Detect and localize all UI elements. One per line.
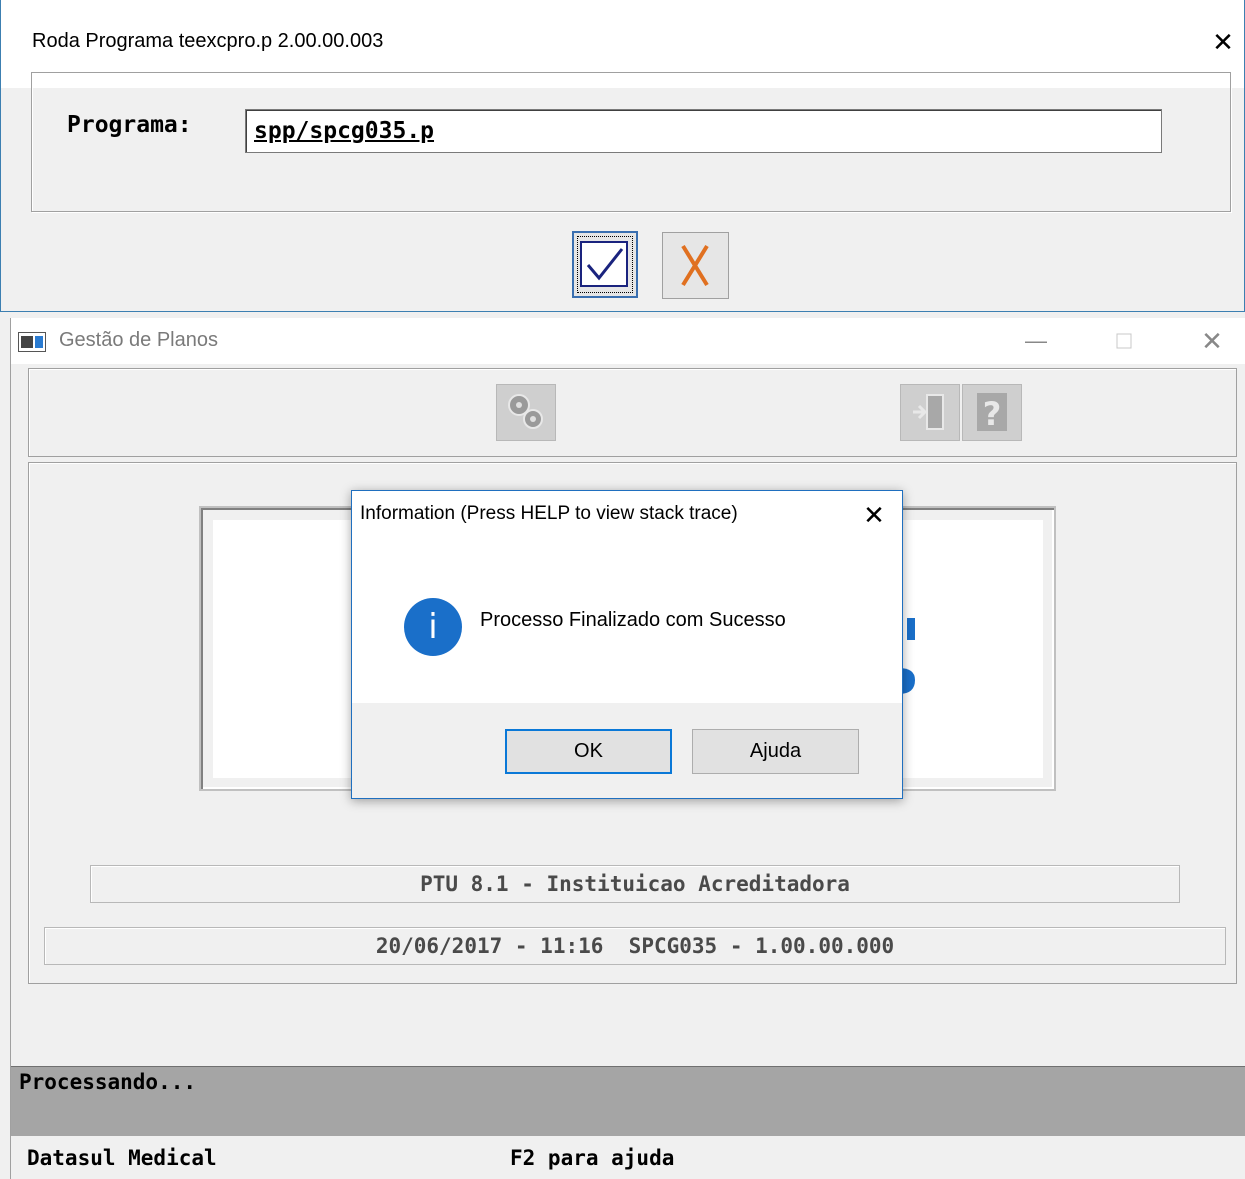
- plan-management-title: Gestão de Planos: [59, 329, 218, 351]
- minimize-icon[interactable]: —: [1021, 328, 1051, 354]
- footer-product-name: Datasul Medical: [27, 1146, 217, 1170]
- maximize-icon[interactable]: [1109, 328, 1139, 354]
- information-dialog: Information (Press HELP to view stack tr…: [351, 490, 903, 799]
- gears-icon: [508, 394, 543, 429]
- exit-door-icon: [913, 394, 944, 430]
- svg-text:?: ?: [983, 395, 1002, 433]
- exit-door-button[interactable]: [900, 384, 960, 441]
- run-program-window: Roda Programa teexcpro.p 2.00.00.003 ✕ P…: [0, 0, 1245, 312]
- run-program-title: Roda Programa teexcpro.p 2.00.00.003: [32, 30, 384, 52]
- footer-help-hint: F2 para ajuda: [510, 1146, 675, 1170]
- program-input[interactable]: spp/spcg035.p: [245, 109, 1162, 153]
- date-version-field: 20/06/2017 - 11:16 SPCG035 - 1.00.00.000: [44, 927, 1226, 965]
- ok-button[interactable]: OK: [505, 729, 672, 774]
- program-label: Programa:: [67, 112, 192, 138]
- help-question-button[interactable]: ?: [962, 384, 1022, 441]
- toolbar: [28, 368, 1237, 457]
- dialog-title: Information (Press HELP to view stack tr…: [360, 503, 738, 524]
- close-icon[interactable]: ✕: [1197, 326, 1227, 356]
- confirm-button[interactable]: [572, 231, 638, 298]
- close-icon[interactable]: ✕: [1209, 28, 1237, 56]
- program-description-field: PTU 8.1 - Instituicao Acreditadora: [90, 865, 1180, 903]
- status-text: Processando...: [19, 1070, 197, 1094]
- status-bar: [11, 1066, 1245, 1136]
- cancel-x-icon: [681, 244, 709, 287]
- cancel-button[interactable]: [662, 232, 729, 299]
- checkmark-icon: [580, 241, 628, 287]
- info-icon: i: [404, 598, 462, 656]
- dialog-message: Processo Finalizado com Sucesso: [480, 609, 786, 631]
- close-icon[interactable]: ✕: [858, 499, 890, 531]
- execute-gears-button[interactable]: [496, 384, 556, 441]
- app-window-icon: [18, 332, 46, 352]
- help-question-icon: ?: [977, 393, 1007, 433]
- help-button[interactable]: Ajuda: [692, 729, 859, 774]
